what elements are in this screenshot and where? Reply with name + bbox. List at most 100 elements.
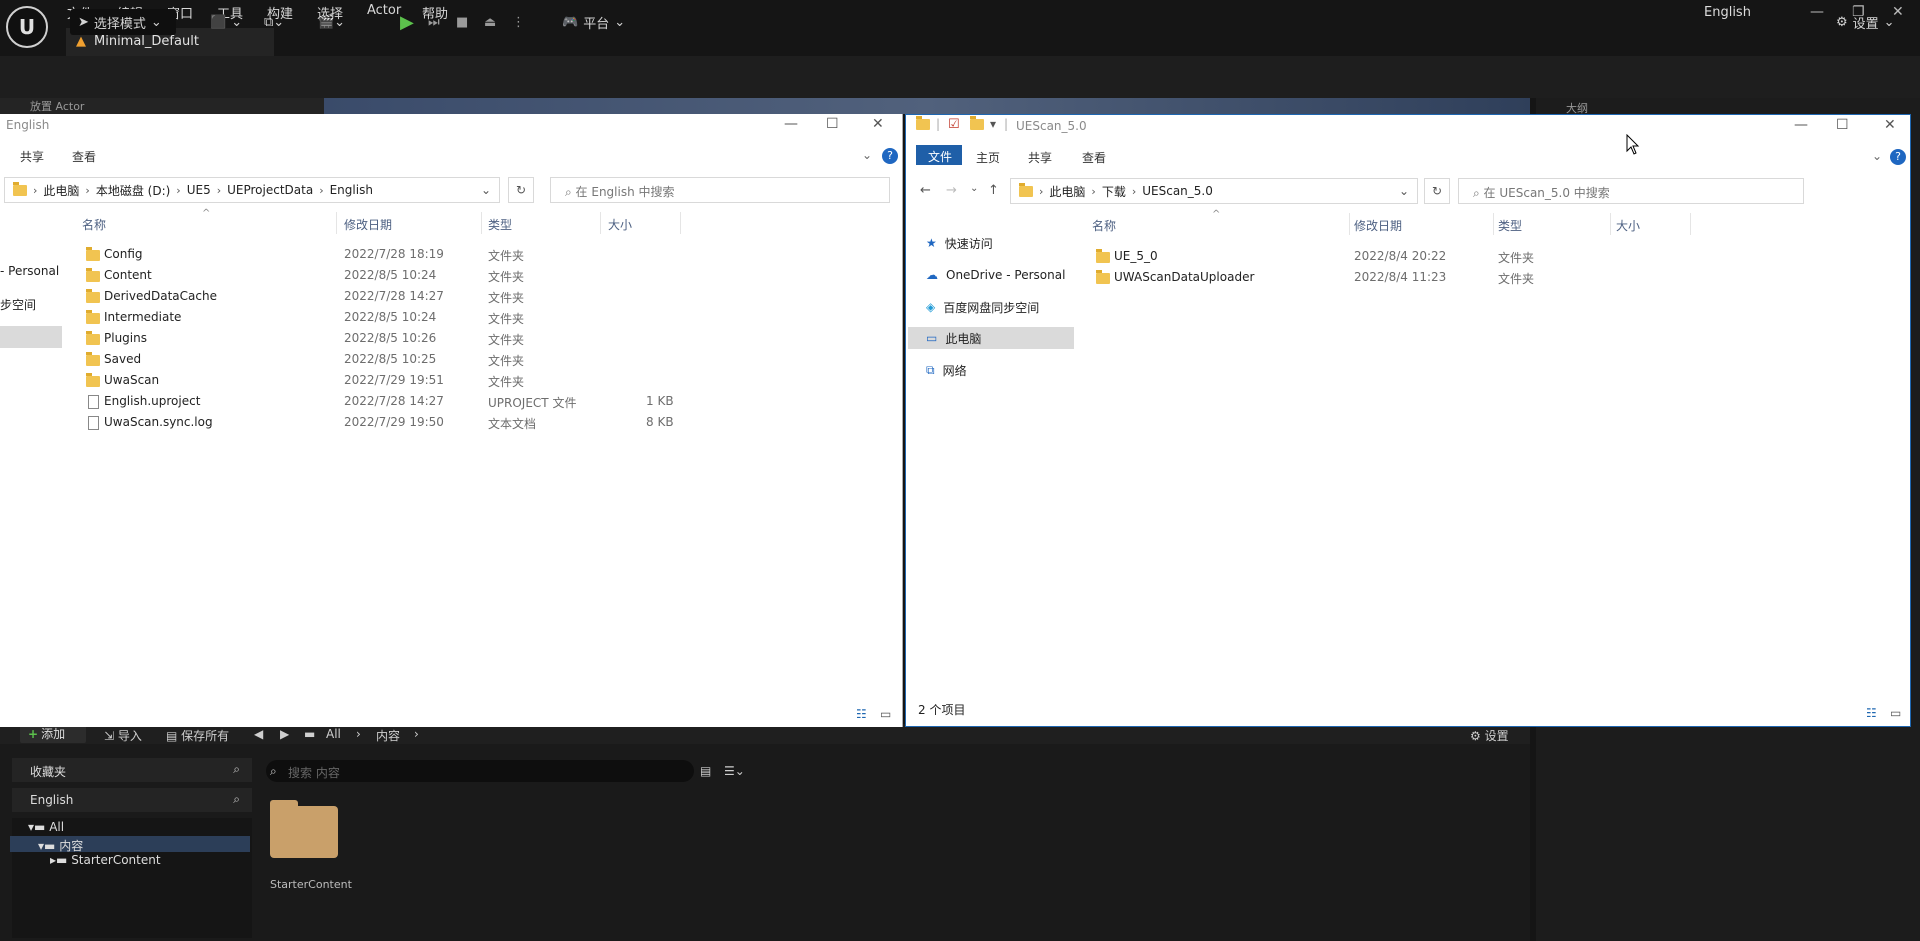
eject-icon[interactable]: ⏏ <box>484 9 496 35</box>
settings-dropdown[interactable]: ⚙ 设置 ⌄ <box>1836 9 1895 35</box>
refresh-icon[interactable]: ↻ <box>1424 178 1450 204</box>
details-view-icon[interactable]: ☷ <box>1866 706 1877 720</box>
search-icon[interactable]: ⌕ <box>233 792 240 807</box>
filter-icon[interactable]: ☰⌄ <box>724 764 745 778</box>
table-row[interactable]: Content 2022/8/5 10:24 文件夹 <box>0 266 700 286</box>
table-row[interactable]: Intermediate 2022/8/5 10:24 文件夹 <box>0 308 700 328</box>
ribbon-tab-share[interactable]: 共享 <box>1028 149 1052 166</box>
column-type[interactable]: 类型 <box>488 216 512 233</box>
search-input[interactable]: ⌕ 在 English 中搜索 <box>550 177 890 203</box>
column-size[interactable]: 大小 <box>1616 217 1640 234</box>
table-row[interactable]: Saved 2022/8/5 10:25 文件夹 <box>0 350 700 370</box>
language-label[interactable]: English <box>1704 5 1751 20</box>
minimize-icon[interactable]: — <box>1810 4 1824 20</box>
help-icon[interactable]: ? <box>1890 149 1906 165</box>
path-root[interactable]: All <box>326 727 341 741</box>
column-type[interactable]: 类型 <box>1498 217 1522 234</box>
path-segment[interactable]: 下载 <box>1102 183 1126 200</box>
ribbon-collapse-icon[interactable]: ⌄ <box>1872 149 1882 163</box>
large-icons-view-icon[interactable]: ▭ <box>880 707 891 721</box>
save-search-icon[interactable]: ▤ <box>700 764 711 778</box>
import-button[interactable]: ⇲ 导入 <box>104 727 142 744</box>
blueprint-icon[interactable]: ⧉⌄ <box>264 9 284 35</box>
maximize-icon[interactable]: ☐ <box>826 116 839 132</box>
help-icon[interactable]: ? <box>882 148 898 164</box>
column-size[interactable]: 大小 <box>608 216 632 233</box>
minimize-icon[interactable]: — <box>1794 117 1808 133</box>
unreal-logo-icon[interactable]: U <box>6 6 48 48</box>
close-icon[interactable]: ✕ <box>1884 117 1896 133</box>
path-segment[interactable]: UEScan_5.0 <box>1142 184 1213 198</box>
tree-item-content[interactable]: ▾▬ 内容 <box>38 837 83 854</box>
table-row[interactable]: UwaScan 2022/7/29 19:51 文件夹 <box>0 371 700 391</box>
forward-arrow-icon[interactable]: → <box>946 183 957 198</box>
maximize-icon[interactable]: ☐ <box>1836 117 1849 133</box>
favorites-section[interactable]: 收藏夹 ⌕ <box>12 758 252 782</box>
column-divider[interactable] <box>1493 213 1494 235</box>
table-row[interactable]: UWAScanDataUploader 2022/8/4 11:23 文件夹 <box>906 268 1706 288</box>
column-name[interactable]: 名称 <box>1092 217 1116 234</box>
column-divider[interactable] <box>600 212 601 234</box>
ribbon-tab-home[interactable]: 主页 <box>976 149 1000 166</box>
add-button[interactable]: + 添加 <box>20 725 86 743</box>
column-divider[interactable] <box>481 212 482 234</box>
platform-dropdown[interactable]: 🎮 平台 ⌄ <box>562 9 625 35</box>
large-icons-view-icon[interactable]: ▭ <box>1890 706 1901 720</box>
content-settings-button[interactable]: ⚙ 设置 <box>1470 727 1509 744</box>
save-all-button[interactable]: ▤ 保存所有 <box>166 727 229 744</box>
table-row[interactable]: UwaScan.sync.log 2022/7/29 19:50 文本文档 8 … <box>0 413 700 433</box>
tree-item-startercontent[interactable]: ▸▬ StarterContent <box>50 853 161 867</box>
ribbon-collapse-icon[interactable]: ⌄ <box>862 148 872 162</box>
select-mode-dropdown[interactable]: ➤ 选择模式 ⌄ <box>70 9 176 35</box>
play-icon[interactable]: ▶ <box>400 9 414 35</box>
add-actor-icon[interactable]: ⬛ ⌄ <box>210 9 242 35</box>
step-icon[interactable]: ⏭ <box>428 9 440 35</box>
table-row[interactable]: English.uproject 2022/7/28 14:27 UPROJEC… <box>0 392 700 412</box>
search-input[interactable]: ⌕ 在 UEScan_5.0 中搜索 <box>1458 178 1804 204</box>
tree-item-all[interactable]: ▾▬ All <box>28 820 64 834</box>
address-bar[interactable]: › 此电脑 › 本地磁盘 (D:) › UE5 › UEProjectData … <box>4 177 500 203</box>
column-divider[interactable] <box>1610 213 1611 235</box>
content-search-input[interactable]: 搜索 内容 <box>266 760 694 782</box>
table-row[interactable]: UE_5_0 2022/8/4 20:22 文件夹 <box>906 247 1706 267</box>
path-segment[interactable]: 此电脑 <box>1049 183 1085 200</box>
table-row[interactable]: Config 2022/7/28 18:19 文件夹 <box>0 245 700 265</box>
nav-item-this-pc[interactable]: ▭ 此电脑 <box>926 328 981 348</box>
column-date[interactable]: 修改日期 <box>344 216 392 233</box>
column-divider[interactable] <box>336 212 337 234</box>
minimize-icon[interactable]: — <box>784 116 798 132</box>
chevron-down-icon[interactable]: ⌄ <box>481 183 491 197</box>
column-divider[interactable] <box>680 212 681 234</box>
refresh-icon[interactable]: ↻ <box>508 177 534 203</box>
table-row[interactable]: DerivedDataCache 2022/7/28 14:27 文件夹 <box>0 287 700 307</box>
properties-check-icon[interactable]: ☑ <box>948 117 960 132</box>
more-options-icon[interactable]: ⋮ <box>512 9 525 35</box>
recent-dropdown-icon[interactable]: ⌄ <box>970 183 978 194</box>
ribbon-tab-file[interactable]: 文件 <box>916 145 962 165</box>
ribbon-tab-share[interactable]: 共享 <box>20 148 44 165</box>
column-name[interactable]: 名称 <box>82 216 106 233</box>
path-segment[interactable]: UE5 <box>187 183 211 197</box>
column-date[interactable]: 修改日期 <box>1354 217 1402 234</box>
project-section[interactable]: English ⌕ <box>12 788 252 812</box>
ribbon-tab-view[interactable]: 查看 <box>1082 149 1106 166</box>
nav-item-network[interactable]: ⧉ 网络 <box>926 360 967 380</box>
path-segment[interactable]: 本地磁盘 (D:) <box>96 182 170 199</box>
nav-item-baidu[interactable]: ◈ 百度网盘同步空间 <box>926 297 1039 317</box>
path-segment[interactable]: UEProjectData <box>227 183 313 197</box>
path-segment[interactable]: 此电脑 <box>43 182 79 199</box>
forward-history-icon[interactable]: ▶ <box>280 727 289 741</box>
quick-access-dropdown-icon[interactable]: ▾ <box>990 117 996 131</box>
column-divider[interactable] <box>1349 213 1350 235</box>
back-arrow-icon[interactable]: ← <box>920 183 931 198</box>
folder-icon[interactable] <box>270 800 338 858</box>
menu-actor[interactable]: Actor <box>367 3 401 18</box>
stop-icon[interactable]: ■ <box>456 9 468 35</box>
ribbon-tab-view[interactable]: 查看 <box>72 148 96 165</box>
new-folder-icon[interactable] <box>970 116 984 130</box>
path-segment[interactable]: English <box>330 183 373 197</box>
column-divider[interactable] <box>1690 213 1691 235</box>
close-icon[interactable]: ✕ <box>872 116 884 132</box>
address-bar[interactable]: › 此电脑 › 下载 › UEScan_5.0 ⌄ <box>1010 178 1418 204</box>
cinematics-icon[interactable]: 🎬⌄ <box>318 9 345 35</box>
